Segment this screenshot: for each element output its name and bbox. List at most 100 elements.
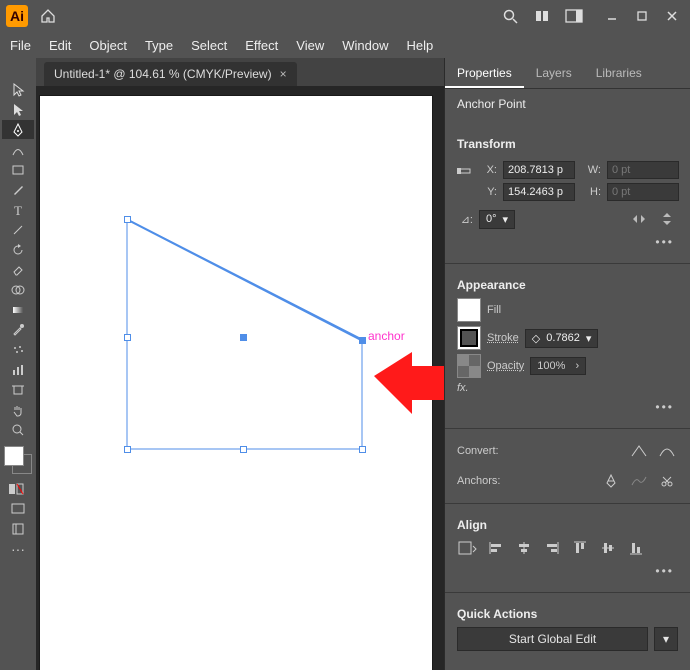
shape-builder-tool-icon[interactable]	[2, 280, 34, 299]
callout-arrow-icon	[374, 346, 444, 428]
home-icon[interactable]	[36, 4, 60, 28]
menu-help[interactable]: Help	[406, 38, 433, 53]
anchor-point[interactable]	[124, 216, 131, 223]
hand-tool-icon[interactable]	[2, 400, 34, 419]
flip-horizontal-icon[interactable]	[628, 209, 650, 229]
eraser-tool-icon[interactable]	[2, 260, 34, 279]
menu-edit[interactable]: Edit	[49, 38, 71, 53]
global-edit-options-icon[interactable]: ▾	[654, 627, 678, 651]
y-field[interactable]	[503, 183, 575, 201]
transform-heading: Transform	[457, 137, 678, 151]
x-field[interactable]	[503, 161, 575, 179]
edit-toolbar-icon[interactable]	[2, 519, 34, 538]
align-bottom-icon[interactable]	[625, 538, 647, 558]
anchor-point[interactable]	[124, 334, 131, 341]
menu-file[interactable]: File	[10, 38, 31, 53]
line-tool-icon[interactable]	[2, 220, 34, 239]
toolbar-more-icon[interactable]: ···	[2, 539, 34, 558]
angle-label: ⊿:	[457, 213, 473, 226]
app-logo: Ai	[6, 5, 28, 27]
tab-properties[interactable]: Properties	[445, 58, 524, 88]
stroke-swatch[interactable]	[457, 326, 481, 350]
opacity-label[interactable]: Opacity	[487, 360, 524, 372]
menu-effect[interactable]: Effect	[245, 38, 278, 53]
anchor-point[interactable]	[124, 446, 131, 453]
fill-swatch[interactable]	[457, 298, 481, 322]
symbol-sprayer-tool-icon[interactable]	[2, 340, 34, 359]
chevron-right-icon: ›	[575, 360, 579, 372]
selection-context: Anchor Point	[457, 97, 678, 111]
stroke-label[interactable]: Stroke	[487, 332, 519, 344]
more-options-icon[interactable]: •••	[651, 562, 678, 580]
zoom-tool-icon[interactable]	[2, 420, 34, 439]
align-top-icon[interactable]	[569, 538, 591, 558]
anchor-point[interactable]	[359, 446, 366, 453]
minimize-button[interactable]	[600, 4, 624, 28]
align-right-icon[interactable]	[541, 538, 563, 558]
quick-actions-heading: Quick Actions	[457, 607, 678, 621]
menu-view[interactable]: View	[296, 38, 324, 53]
rectangle-tool-icon[interactable]	[2, 160, 34, 179]
gradient-tool-icon[interactable]	[2, 300, 34, 319]
flip-vertical-icon[interactable]	[656, 209, 678, 229]
curvature-tool-icon[interactable]	[2, 140, 34, 159]
menu-window[interactable]: Window	[342, 38, 388, 53]
more-options-icon[interactable]: •••	[651, 398, 678, 416]
menu-type[interactable]: Type	[145, 38, 173, 53]
menu-select[interactable]: Select	[191, 38, 227, 53]
tab-libraries[interactable]: Libraries	[584, 58, 654, 88]
close-tab-icon[interactable]: ×	[280, 67, 287, 81]
rotate-tool-icon[interactable]	[2, 240, 34, 259]
w-field	[607, 161, 679, 179]
align-left-icon[interactable]	[485, 538, 507, 558]
reference-point-icon[interactable]	[457, 161, 471, 181]
anchor-point-selected[interactable]	[359, 337, 366, 344]
menu-object[interactable]: Object	[89, 38, 127, 53]
search-icon[interactable]	[498, 4, 522, 28]
opacity-field[interactable]: 100%›	[530, 357, 586, 375]
workspace-icon[interactable]	[562, 4, 586, 28]
anchors-label: Anchors:	[457, 475, 500, 487]
remove-anchor-icon[interactable]	[600, 471, 622, 491]
align-hcenter-icon[interactable]	[513, 538, 535, 558]
connect-endpoints-icon[interactable]	[628, 471, 650, 491]
column-graph-tool-icon[interactable]	[2, 360, 34, 379]
anchor-point[interactable]	[240, 446, 247, 453]
arrange-documents-icon[interactable]	[530, 4, 554, 28]
tab-layers[interactable]: Layers	[524, 58, 584, 88]
fill-stroke-swatches[interactable]	[4, 446, 32, 474]
artboard[interactable]: anchor	[40, 96, 432, 670]
start-global-edit-button[interactable]: Start Global Edit	[457, 627, 648, 651]
stroke-weight-field[interactable]: ◇0.7862▾	[525, 329, 599, 348]
convert-corner-icon[interactable]	[628, 441, 650, 461]
document-area: Untitled-1* @ 104.61 % (CMYK/Preview) ×	[36, 58, 444, 670]
fill-label: Fill	[487, 304, 501, 316]
convert-smooth-icon[interactable]	[656, 441, 678, 461]
align-to-dropdown-icon[interactable]	[457, 538, 479, 558]
center-point	[240, 334, 247, 341]
titlebar: Ai	[0, 0, 690, 32]
more-options-icon[interactable]: •••	[651, 233, 678, 251]
appearance-heading: Appearance	[457, 278, 678, 292]
direct-selection-tool-icon[interactable]	[2, 100, 34, 119]
eyedropper-tool-icon[interactable]	[2, 320, 34, 339]
opacity-swatch[interactable]	[457, 354, 481, 378]
close-button[interactable]	[660, 4, 684, 28]
align-vcenter-icon[interactable]	[597, 538, 619, 558]
draw-mode-icon[interactable]	[2, 479, 34, 498]
chevron-down-icon: ▾	[586, 332, 592, 345]
type-tool-icon[interactable]: T	[2, 200, 34, 219]
artboard-tool-icon[interactable]	[2, 380, 34, 399]
w-label: W:	[585, 164, 601, 176]
maximize-button[interactable]	[630, 4, 654, 28]
document-tab[interactable]: Untitled-1* @ 104.61 % (CMYK/Preview) ×	[44, 62, 297, 86]
fx-button[interactable]: fx.	[457, 382, 469, 394]
x-label: X:	[481, 164, 497, 176]
selection-tool-icon[interactable]	[2, 80, 34, 99]
document-tabs: Untitled-1* @ 104.61 % (CMYK/Preview) ×	[36, 58, 444, 86]
cut-path-icon[interactable]	[656, 471, 678, 491]
pen-tool-icon[interactable]	[2, 120, 34, 139]
paintbrush-tool-icon[interactable]	[2, 180, 34, 199]
screen-mode-icon[interactable]	[2, 499, 34, 518]
rotate-field[interactable]: 0°▾	[479, 210, 515, 229]
